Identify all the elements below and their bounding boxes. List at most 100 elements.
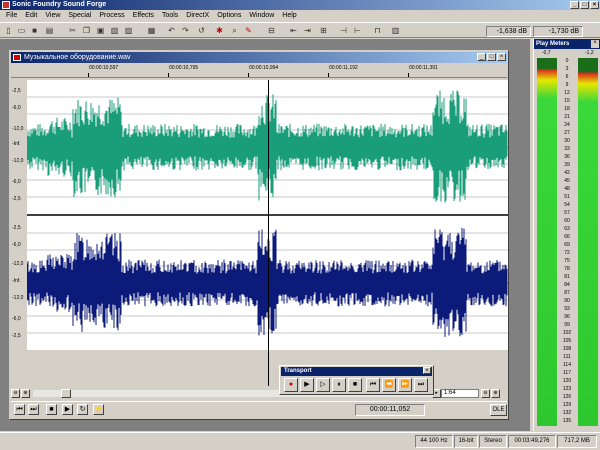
- menu-options[interactable]: Options: [213, 12, 245, 19]
- ruler-label: 00:00:10,994: [249, 65, 279, 71]
- menu-bar: File Edit View Special Process Effects T…: [0, 10, 600, 21]
- meter-scale-label: 102: [562, 330, 572, 336]
- zoom-in-icon[interactable]: ⊞: [318, 25, 329, 36]
- doc-maximize-button[interactable]: □: [487, 53, 496, 61]
- db-label: -Inf.: [12, 141, 21, 147]
- db-label: -2,5: [12, 225, 21, 231]
- meter-scale-label: 93: [564, 306, 570, 312]
- render-icon[interactable]: ▤: [44, 25, 55, 36]
- doc-close-button[interactable]: ×: [497, 53, 506, 61]
- crop-icon[interactable]: ▨: [123, 25, 134, 36]
- transport-close-button[interactable]: ×: [423, 367, 431, 374]
- snap-edge-icon[interactable]: ⇥: [302, 25, 313, 36]
- snap-icon[interactable]: ⇤: [288, 25, 299, 36]
- meter-scale-label: 90: [564, 298, 570, 304]
- meter-scale-label: 117: [563, 370, 571, 376]
- document-title: Музыкальное оборудование.wav: [24, 54, 131, 61]
- position-bar: ⏮ ⏭ ■ ▶ ↻ ⚡ 00:00:11,052 OLE: [11, 401, 507, 417]
- record-icon[interactable]: ●: [284, 378, 298, 392]
- repeat-icon[interactable]: ↺: [196, 25, 207, 36]
- zoom-in-icon[interactable]: ⊕: [21, 389, 30, 398]
- zoom-out-icon[interactable]: ⊟: [266, 25, 277, 36]
- region-icon[interactable]: ⊓: [372, 25, 383, 36]
- plug-icon[interactable]: ⚡: [93, 404, 104, 415]
- meter-scale-label: 39: [564, 162, 570, 168]
- meter-scale-label: 87: [564, 290, 570, 296]
- db-label: -6,0: [12, 316, 21, 322]
- menu-special[interactable]: Special: [64, 12, 95, 19]
- toolbar: ▯ ▭ ■ ▤ ✂ ❐ ▣ ▧ ▨ ▦ ↶ ↷ ↺ ✱ ⌕ ✎ ⊟ ⇤ ⇥ ⊞ …: [0, 22, 600, 38]
- play-loop-icon[interactable]: ↻: [77, 404, 88, 415]
- zoom-out-icon[interactable]: ⊖: [11, 389, 20, 398]
- menu-edit[interactable]: Edit: [21, 12, 41, 19]
- meter-scale-label: 6: [565, 74, 569, 80]
- fast-forward-icon[interactable]: ⏩: [398, 378, 412, 392]
- go-to-start-icon[interactable]: ⏮: [366, 378, 380, 392]
- save-icon[interactable]: ■: [29, 25, 40, 36]
- channel-mode: Stereo: [479, 435, 507, 448]
- play-all-icon[interactable]: ▶: [300, 378, 314, 392]
- menu-tools[interactable]: Tools: [158, 12, 182, 19]
- menu-window[interactable]: Window: [245, 12, 278, 19]
- marker-icon[interactable]: ✱: [214, 25, 225, 36]
- play-icon[interactable]: ▷: [316, 378, 330, 392]
- meter-scale-label: 30: [564, 138, 570, 144]
- close-button[interactable]: ×: [590, 1, 599, 9]
- app-icon: [2, 1, 10, 9]
- meter-scale-label: 63: [564, 226, 570, 232]
- zoom-level-in-icon[interactable]: ⊕: [491, 389, 500, 398]
- new-icon[interactable]: ▯: [3, 25, 14, 36]
- stop-icon[interactable]: ■: [348, 378, 362, 392]
- meter-scale-label: 45: [564, 178, 570, 184]
- meter-scale-label: 9: [565, 82, 569, 88]
- zoom-level-out-icon[interactable]: ⊖: [481, 389, 490, 398]
- menu-file[interactable]: File: [2, 12, 21, 19]
- stop-icon[interactable]: ■: [46, 404, 57, 415]
- meter-scale-label: 69: [564, 242, 570, 248]
- menu-process[interactable]: Process: [95, 12, 128, 19]
- wave-file-icon: [13, 54, 21, 61]
- trim-icon[interactable]: ▦: [146, 25, 157, 36]
- go-to-end-icon[interactable]: ⏭: [28, 404, 39, 415]
- undo-icon[interactable]: ↶: [166, 25, 177, 36]
- open-icon[interactable]: ▭: [16, 25, 27, 36]
- meter-scale-label: 81: [564, 274, 570, 280]
- minimize-button[interactable]: _: [570, 1, 579, 9]
- db-label: -2,5: [12, 196, 21, 202]
- transport-toolbar: Transport × ● ▶ ▷ ⏸ ■ ⏮ ⏪ ⏩ ⏭: [279, 365, 434, 395]
- db-label: -6,0: [12, 242, 21, 248]
- ole-button[interactable]: OLE: [490, 404, 507, 416]
- maximize-button[interactable]: □: [580, 1, 589, 9]
- menu-help[interactable]: Help: [278, 12, 300, 19]
- rewind-icon[interactable]: ⏪: [382, 378, 396, 392]
- find-icon[interactable]: ⌕: [229, 25, 240, 36]
- cut-icon[interactable]: ✂: [67, 25, 78, 36]
- pause-icon[interactable]: ⏸: [332, 378, 346, 392]
- menu-view[interactable]: View: [41, 12, 64, 19]
- go-to-end-icon[interactable]: ⏭: [414, 378, 428, 392]
- meter-scale-label: 57: [564, 210, 570, 216]
- time-ruler[interactable]: ⚑ 00:00:10,597 00:00:10,795 00:00:10,994…: [11, 64, 507, 88]
- meter-scale-label: 0: [565, 58, 569, 64]
- paste-icon[interactable]: ▣: [95, 25, 106, 36]
- menu-directx[interactable]: DirectX: [182, 12, 213, 19]
- redo-icon[interactable]: ↷: [180, 25, 191, 36]
- select-right-icon[interactable]: ⊢: [352, 25, 363, 36]
- pencil-icon[interactable]: ✎: [243, 25, 254, 36]
- scroll-thumb[interactable]: [61, 389, 71, 398]
- select-left-icon[interactable]: ⊣: [338, 25, 349, 36]
- play-meters-panel: Play Meters × -0,7 -1,2 0 3 6 9 12 15 18 21 24 27…: [533, 39, 600, 431]
- waveform-area[interactable]: -2,5 -6,0 -12,0 -Inf. -12,0 -6,0 -2,5 -2…: [11, 80, 508, 386]
- playlist-icon[interactable]: ▥: [390, 25, 401, 36]
- copy-icon[interactable]: ❐: [81, 25, 92, 36]
- go-to-start-icon[interactable]: ⏮: [14, 404, 25, 415]
- meter-scale-label: 96: [564, 314, 570, 320]
- mix-icon[interactable]: ▧: [109, 25, 120, 36]
- menu-effects[interactable]: Effects: [129, 12, 158, 19]
- meter-scale-label: 54: [564, 202, 570, 208]
- meters-close-button[interactable]: ×: [591, 40, 599, 48]
- meter-scale-label: 48: [564, 186, 570, 192]
- play-icon[interactable]: ▶: [62, 404, 73, 415]
- db-label: -6,0: [12, 105, 21, 111]
- doc-minimize-button[interactable]: _: [477, 53, 486, 61]
